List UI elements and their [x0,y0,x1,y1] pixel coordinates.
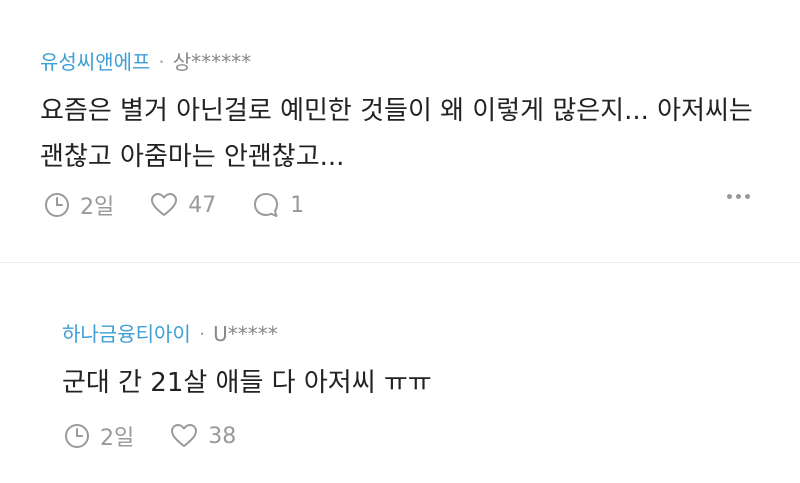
timestamp: 2일 [64,420,134,452]
user-id: U***** [213,322,278,346]
author-name[interactable]: 하나금융티아이 [62,322,191,346]
separator-dot: · [198,322,206,346]
like-count: 47 [188,192,217,218]
reply-count: 1 [290,192,305,218]
like-button[interactable]: 38 [170,423,236,449]
clock-icon [65,424,89,448]
time-label: 2일 [80,195,115,220]
comment-meta: 유성씨앤에프 · 상****** [40,50,251,74]
comment-actions: 2일 47 1 [44,190,760,220]
reply-text: 군대 간 21살 애들 다 아저씨 ㅠㅠ [62,368,432,398]
comment-text: 요즘은 별거 아닌걸로 예민한 것들이 왜 이렇게 많은지... 아저씨는 괜찮… [40,96,753,172]
more-icon[interactable] [727,194,750,199]
timestamp: 2일 [44,189,114,221]
comment-item: 유성씨앤에프 · 상****** 요즘은 별거 아닌걸로 예민한 것들이 왜 이렇게… [0,0,800,263]
clock-icon [45,193,69,217]
separator-dot: · [158,50,165,74]
reply-actions: 2일 38 [64,421,760,451]
comment-icon [254,193,279,217]
like-count: 38 [208,423,237,449]
heart-icon [151,193,178,216]
reply-meta: 하나금융티아이 · U***** [62,322,278,346]
user-id: 상****** [172,50,252,74]
time-label: 2일 [100,426,135,451]
like-button[interactable]: 47 [150,192,216,218]
author-name[interactable]: 유성씨앤에프 [40,50,150,74]
reply-button[interactable]: 1 [252,191,304,219]
heart-icon [171,424,198,447]
